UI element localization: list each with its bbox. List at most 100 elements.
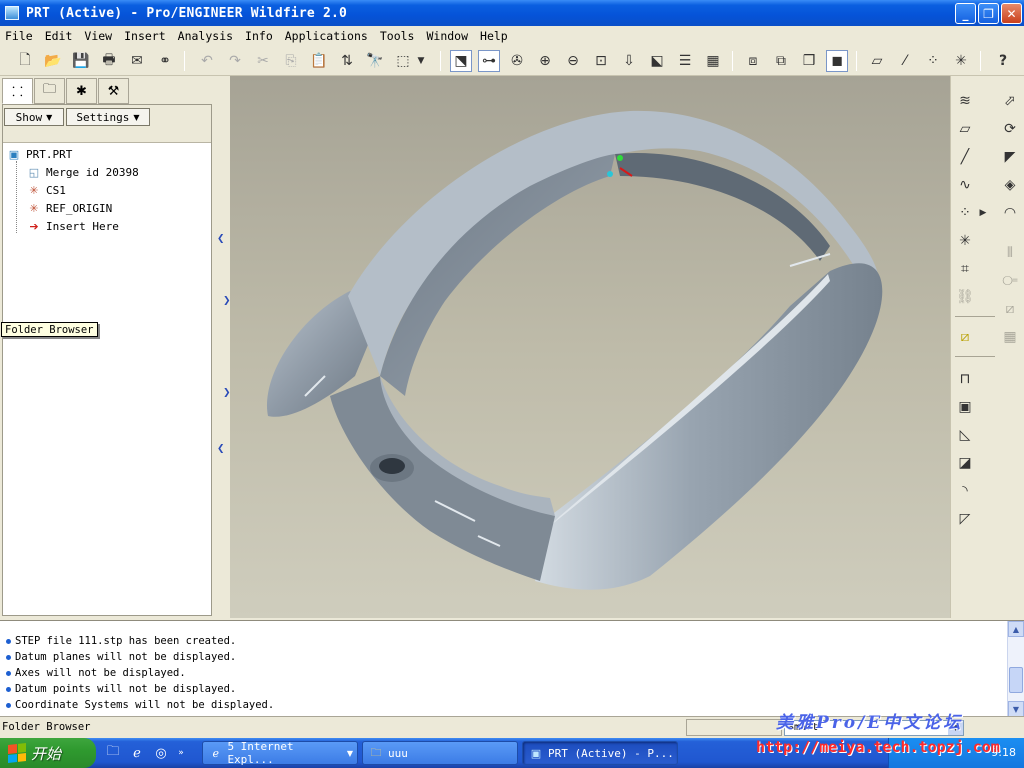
saved-views-icon[interactable]: ⬕ xyxy=(646,50,668,72)
select-box-icon[interactable]: ⬚ xyxy=(392,50,414,72)
settings-button[interactable]: Settings ▼ xyxy=(66,108,150,126)
menu-info[interactable]: Info xyxy=(245,29,273,43)
zoom-in-icon[interactable]: ⊕ xyxy=(534,50,556,72)
extrude-icon[interactable]: ⬀ xyxy=(999,90,1021,112)
chain-icon[interactable]: ⛓ xyxy=(954,286,976,308)
minimize-button[interactable]: _ xyxy=(955,3,976,24)
refit-icon[interactable]: ⊡ xyxy=(590,50,612,72)
save-icon[interactable]: 💾 xyxy=(70,50,92,72)
orient-mode-icon[interactable]: ✇ xyxy=(506,50,528,72)
start-button[interactable]: 开始 xyxy=(0,738,96,768)
redo-icon[interactable]: ↷ xyxy=(224,50,246,72)
no-hidden-icon[interactable]: ❒ xyxy=(798,50,820,72)
scroll-thumb[interactable] xyxy=(1009,667,1023,693)
collapse-left-icon[interactable]: ❮ xyxy=(217,444,225,468)
email-link-icon[interactable]: ⚭ xyxy=(154,50,176,72)
scroll-up-icon[interactable]: ▲ xyxy=(1008,621,1024,637)
collapse-left-icon[interactable]: ❮ xyxy=(217,234,225,258)
menu-analysis[interactable]: Analysis xyxy=(178,29,233,43)
sweep-icon[interactable]: ◤ xyxy=(999,146,1021,168)
boundary-blend-icon[interactable]: ◠ xyxy=(999,202,1021,224)
menu-view[interactable]: View xyxy=(84,29,112,43)
draft-icon[interactable]: ◪ xyxy=(954,452,976,474)
tree-item-cs1[interactable]: ✳ CS1 xyxy=(7,181,207,199)
tree-item-root[interactable]: ▣ PRT.PRT xyxy=(7,145,207,163)
task-internet-explorer[interactable]: ℯ 5 Internet Expl... ▼ xyxy=(202,740,358,766)
menu-tools[interactable]: Tools xyxy=(380,29,415,43)
expand-right-icon[interactable]: ❯ xyxy=(223,388,231,412)
spin-center-icon[interactable]: ⊶ xyxy=(478,50,500,72)
sketch-tool-icon[interactable]: ≋ xyxy=(954,90,976,112)
zoom-out-icon[interactable]: ⊖ xyxy=(562,50,584,72)
datum-point-icon[interactable]: ⁘ xyxy=(954,202,976,224)
open-folder-icon[interactable]: 📂 xyxy=(42,50,64,72)
repaint-icon[interactable]: ⬔ xyxy=(450,50,472,72)
more-icon[interactable]: » xyxy=(176,744,186,762)
favorites-tab-icon[interactable]: ✱ xyxy=(66,78,97,104)
menu-edit[interactable]: Edit xyxy=(45,29,73,43)
email-icon[interactable]: ✉ xyxy=(126,50,148,72)
task-proe[interactable]: ▣ PRT (Active) - P... xyxy=(522,741,678,765)
cut-icon[interactable]: ✂ xyxy=(252,50,274,72)
navigator-splitter[interactable]: ❮ ❯ ❯ ❮ xyxy=(214,76,231,618)
title-bar[interactable]: PRT (Active) - Pro/ENGINEER Wildfire 2.0… xyxy=(0,0,1024,26)
context-help-icon[interactable]: ? xyxy=(992,50,1014,72)
datum-points-toggle-icon[interactable]: ⁘ xyxy=(922,50,944,72)
annotation-icon[interactable]: ⧄ xyxy=(954,326,976,348)
reorient-icon[interactable]: ⇩ xyxy=(618,50,640,72)
print-icon[interactable]: 🖶 xyxy=(98,50,120,72)
maximize-button[interactable]: ❐ xyxy=(978,3,999,24)
browser-icon[interactable]: ◎ xyxy=(152,744,170,762)
regenerate-icon[interactable]: ⇅ xyxy=(336,50,358,72)
view-manager-icon[interactable]: ▦ xyxy=(702,50,724,72)
menu-help[interactable]: Help xyxy=(480,29,508,43)
menu-file[interactable]: File xyxy=(5,29,33,43)
copy-icon[interactable]: ⎘ xyxy=(280,50,302,72)
hole-icon[interactable]: ⊓ xyxy=(954,368,976,390)
find-icon[interactable]: 🔭 xyxy=(364,50,386,72)
round-icon[interactable]: ◝ xyxy=(954,480,976,502)
datum-axis-icon[interactable]: ╱ xyxy=(954,146,976,168)
tree-item-insert-here[interactable]: ➔ Insert Here xyxy=(7,217,207,235)
menu-applications[interactable]: Applications xyxy=(285,29,368,43)
scroll-down-icon[interactable]: ▼ xyxy=(1008,701,1024,717)
explorer-icon[interactable]: 🗀 xyxy=(104,744,122,762)
datum-planes-toggle-icon[interactable]: ▱ xyxy=(866,50,888,72)
pattern-icon[interactable]: ▦ xyxy=(999,326,1021,348)
new-file-icon[interactable]: 🗋 xyxy=(14,50,36,72)
rib-icon[interactable]: ◺ xyxy=(954,424,976,446)
expand-right-icon[interactable]: ❯ xyxy=(223,296,231,320)
trim-icon[interactable]: ⧄ xyxy=(999,298,1021,320)
shell-icon[interactable]: ▣ xyxy=(954,396,976,418)
close-button[interactable]: ✕ xyxy=(1001,3,1022,24)
mirror-icon[interactable]: ⫴ xyxy=(999,242,1021,264)
select-dropdown-icon[interactable]: ▼ xyxy=(414,50,428,72)
paste-icon[interactable]: 📋 xyxy=(308,50,330,72)
merge-icon[interactable]: ⧃ xyxy=(999,270,1021,292)
analysis-feature-icon[interactable]: ⌗ xyxy=(954,258,976,280)
folder-browser-tab-icon[interactable]: 🗀 xyxy=(34,78,65,104)
graphics-window[interactable] xyxy=(230,76,950,618)
chevron-right-icon[interactable]: ▶ xyxy=(977,202,989,224)
internet-explorer-icon[interactable]: ℯ xyxy=(128,744,146,762)
message-scrollbar[interactable]: ▲ ▼ xyxy=(1007,621,1024,717)
blend-icon[interactable]: ◈ xyxy=(999,174,1021,196)
datum-curve-icon[interactable]: ∿ xyxy=(954,174,976,196)
model-tree-tab-icon[interactable]: ⸬ xyxy=(2,78,33,104)
shading-icon[interactable]: ◼ xyxy=(826,50,848,72)
chamfer-icon[interactable]: ◸ xyxy=(954,508,976,530)
menu-window[interactable]: Window xyxy=(426,29,468,43)
tree-item-merge[interactable]: ◱ Merge id 20398 xyxy=(7,163,207,181)
show-button[interactable]: Show ▼ xyxy=(4,108,64,126)
coordinate-system-icon[interactable]: ✳ xyxy=(954,230,976,252)
revolve-icon[interactable]: ⟳ xyxy=(999,118,1021,140)
undo-icon[interactable]: ↶ xyxy=(196,50,218,72)
hidden-line-icon[interactable]: ⧉ xyxy=(770,50,792,72)
wireframe-icon[interactable]: ⧈ xyxy=(742,50,764,72)
tree-item-ref-origin[interactable]: ✳ REF_ORIGIN xyxy=(7,199,207,217)
datum-axes-toggle-icon[interactable]: ⁄ xyxy=(894,50,916,72)
layers-icon[interactable]: ☰ xyxy=(674,50,696,72)
coordinate-systems-toggle-icon[interactable]: ✳ xyxy=(950,50,972,72)
connections-tab-icon[interactable]: ⚒ xyxy=(98,78,129,104)
menu-insert[interactable]: Insert xyxy=(124,29,166,43)
